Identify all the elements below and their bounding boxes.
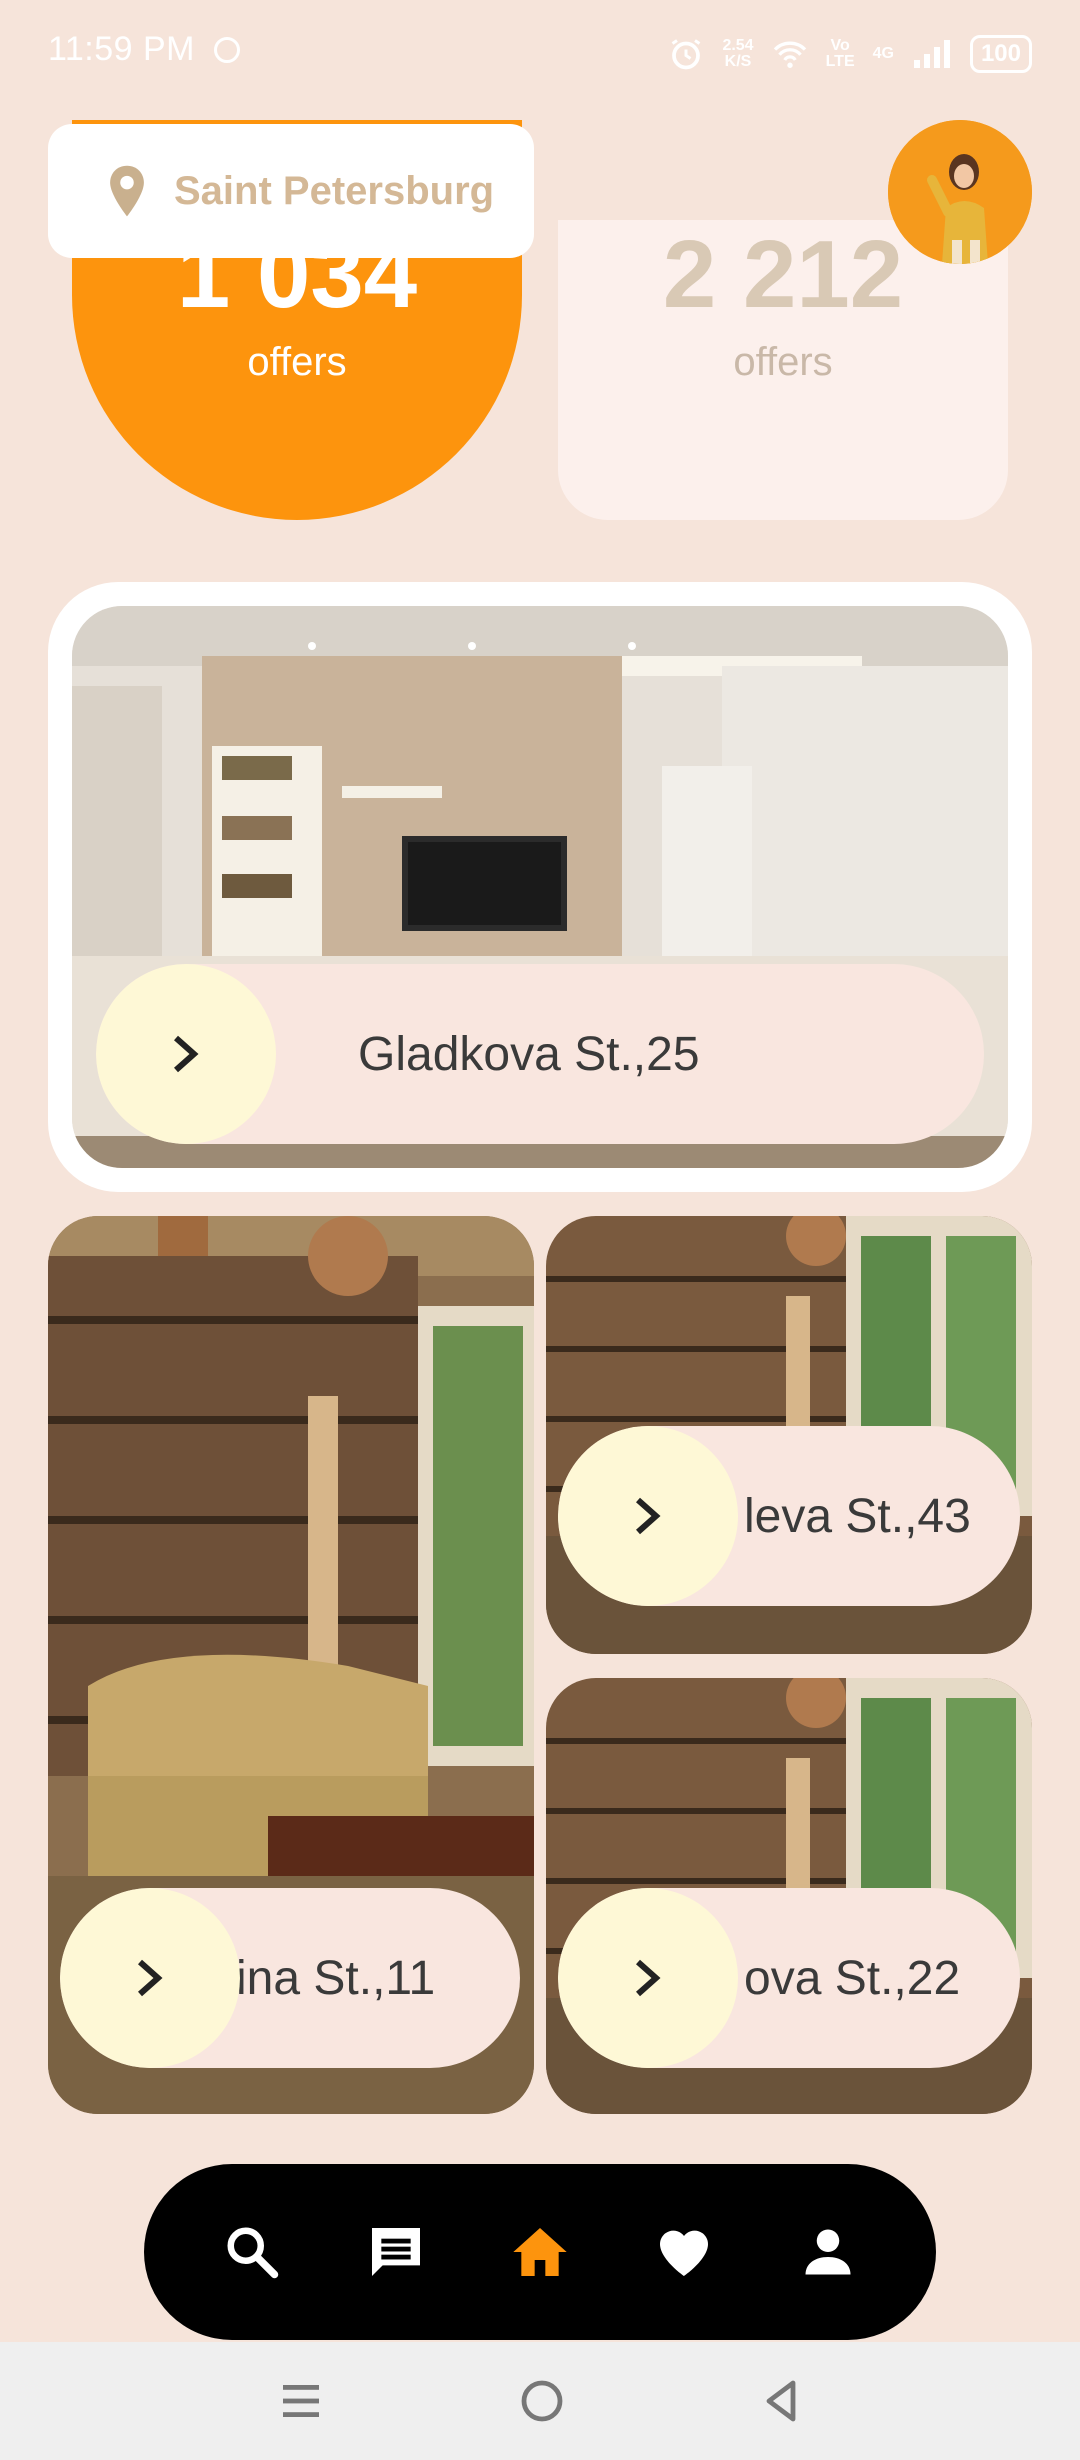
nav-favorites[interactable] — [624, 2192, 744, 2312]
network-type: 4G — [872, 45, 894, 62]
avatar-person-icon — [888, 120, 1032, 264]
search-icon — [227, 2227, 279, 2279]
home-icon — [513, 2228, 567, 2276]
bottom-navigation — [144, 2164, 936, 2340]
offers-label: offers — [733, 340, 833, 384]
offers-card-secondary[interactable]: 2 212 offers — [558, 220, 1008, 520]
arrow-button[interactable] — [558, 1888, 738, 2068]
offers-label: offers — [247, 340, 347, 384]
arrow-button[interactable] — [96, 964, 276, 1144]
listing-pill[interactable]: leva St.,43 — [558, 1426, 1020, 1606]
location-selector[interactable]: Saint Petersburg — [48, 124, 534, 258]
heart-icon — [660, 2230, 708, 2276]
arrow-button[interactable] — [60, 1888, 240, 2068]
volte-indicator: Vo LTE — [825, 37, 855, 70]
arrow-button[interactable] — [558, 1426, 738, 1606]
nav-home[interactable] — [480, 2192, 600, 2312]
listing-address: ina St.,11 — [236, 1951, 436, 2005]
listing-pill[interactable]: ina St.,11 — [60, 1888, 520, 2068]
status-time: 11:59 PM — [48, 30, 196, 68]
recent-apps-icon[interactable] — [277, 2379, 325, 2423]
wifi-icon — [773, 41, 806, 68]
listing-address: Gladkova St.,25 — [358, 1027, 700, 1081]
listing-address: ova St.,22 — [744, 1951, 961, 2005]
chevron-right-icon — [636, 1959, 661, 1997]
data-speed: 2.54 K/S — [722, 37, 754, 70]
location-name: Saint Petersburg — [174, 168, 495, 213]
chevron-right-icon — [636, 1497, 661, 1535]
profile-icon — [805, 2229, 851, 2275]
status-notification-icon — [214, 37, 240, 63]
listing-address: leva St.,43 — [744, 1489, 971, 1543]
nav-search[interactable] — [192, 2192, 312, 2312]
system-navigation-bar — [0, 2342, 1080, 2460]
home-button-icon[interactable] — [518, 2377, 566, 2425]
nav-profile[interactable] — [768, 2192, 888, 2312]
map-pin-icon — [110, 165, 144, 217]
chevron-right-icon — [174, 1035, 199, 1073]
user-avatar[interactable] — [888, 120, 1032, 264]
alarm-icon — [672, 39, 701, 70]
back-icon[interactable] — [759, 2377, 803, 2425]
status-icons: 2.54 K/S Vo LTE 4G 100 — [668, 28, 1032, 80]
battery-indicator: 100 — [969, 35, 1032, 73]
chat-icon — [372, 2228, 420, 2276]
chevron-right-icon — [138, 1959, 163, 1997]
nav-messages[interactable] — [336, 2192, 456, 2312]
listing-pill[interactable]: Gladkova St.,25 — [96, 964, 984, 1144]
signal-icon — [913, 40, 950, 68]
listing-pill[interactable]: ova St.,22 — [558, 1888, 1020, 2068]
